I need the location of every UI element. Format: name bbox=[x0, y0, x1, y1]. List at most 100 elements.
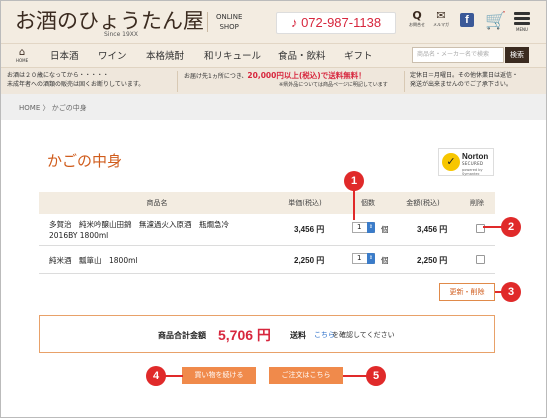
chevron-updown-icon: ⇕ bbox=[367, 222, 375, 233]
online-label: ONLINE bbox=[216, 13, 243, 21]
amount: 2,250 円 bbox=[417, 256, 448, 265]
breadcrumb: HOME 〉 かごの中身 bbox=[19, 103, 87, 113]
site-header: お酒のひょうたん屋 Since 19XX ONLINE SHOP ♪ 072-9… bbox=[1, 1, 546, 43]
total-box: 商品合計金額 5,706 円 送料 こちら を確認してください bbox=[39, 315, 495, 353]
checkout-button[interactable]: ご注文はこちら bbox=[269, 367, 343, 384]
home-label: HOME bbox=[16, 58, 29, 63]
age-notice-line1: お酒は２０歳になってから・・・・・ bbox=[7, 72, 109, 79]
callout-2: 2 bbox=[501, 217, 521, 237]
norton-name: Norton bbox=[462, 152, 489, 161]
col-unit-price: 単価(税込) bbox=[288, 199, 322, 207]
nav-item-shochu[interactable]: 本格焼酎 bbox=[146, 48, 184, 62]
mail-icon: ✉ bbox=[436, 9, 446, 22]
col-delete: 削除 bbox=[470, 199, 484, 207]
col-qty: 個数 bbox=[361, 199, 375, 207]
phone-icon: ♪ bbox=[290, 15, 298, 30]
search-button[interactable]: 検索 bbox=[505, 47, 529, 63]
product-name-line1: 純米酒 瓢箪山 1800ml bbox=[49, 256, 138, 265]
norton-secured: SECURED bbox=[462, 161, 484, 166]
total-label: 商品合計金額 bbox=[158, 331, 206, 340]
breadcrumb-home[interactable]: HOME bbox=[19, 104, 40, 112]
breadcrumb-bar: HOME 〉 かごの中身 bbox=[1, 94, 546, 120]
contact-link[interactable]: Q お問合せ bbox=[409, 10, 425, 28]
callout-line bbox=[343, 375, 367, 377]
delete-checkbox[interactable] bbox=[476, 255, 485, 264]
amount: 3,456 円 bbox=[417, 225, 448, 234]
contact-label: お問合せ bbox=[409, 22, 425, 27]
callout-5: 5 bbox=[366, 366, 386, 386]
total-amount: 5,706 円 bbox=[218, 327, 271, 343]
cart-icon[interactable]: 🛒 bbox=[485, 11, 506, 31]
product-name[interactable]: 多賀治 純米吟醸山田錦 無濾過火入原酒 瓶燗急冷 2016BY 1800ml bbox=[49, 219, 229, 241]
shipping-note: ※県外品については商品ページに明記しています bbox=[279, 82, 388, 88]
facebook-icon[interactable]: f bbox=[460, 13, 474, 27]
callout-line bbox=[165, 375, 183, 377]
callout-4: 4 bbox=[146, 366, 166, 386]
age-notice: お酒は２０歳になってから・・・・・ 未成年者への酒類の販売は固くお断りしています… bbox=[7, 71, 144, 89]
callout-3: 3 bbox=[501, 282, 521, 302]
menu-label: MENU bbox=[516, 27, 528, 32]
newsletter-label: メルマガ bbox=[433, 22, 449, 27]
callout-line bbox=[495, 291, 502, 293]
nav-item-food[interactable]: 食品・飲料 bbox=[278, 48, 326, 62]
shipping-notice-text: お届け先1ヵ所につき、 bbox=[184, 73, 248, 80]
product-name-line1: 多賀治 純米吟醸山田錦 無濾過火入原酒 瓶燗急冷 bbox=[49, 220, 229, 229]
nav-item-liqueur[interactable]: 和リキュール bbox=[204, 48, 261, 62]
table-row: 純米酒 瓢箪山 1800ml 2,250 円 1 ⇕ 個 2,250 円 bbox=[39, 246, 495, 274]
shop-label: SHOP bbox=[219, 23, 239, 31]
product-name[interactable]: 純米酒 瓢箪山 1800ml bbox=[49, 255, 137, 266]
quantity-value: 1 bbox=[357, 223, 362, 231]
product-name-line2: 2016BY 1800ml bbox=[49, 231, 109, 240]
phone-text: 072-987-1138 bbox=[301, 15, 382, 30]
callout-line bbox=[483, 226, 502, 228]
qty-unit: 個 bbox=[381, 256, 389, 265]
callout-line bbox=[353, 190, 355, 220]
menu-icon-bar bbox=[514, 22, 530, 25]
col-amount: 金額(税込) bbox=[406, 199, 440, 207]
norton-powered: powered by Symantec bbox=[462, 168, 483, 176]
callout-1: 1 bbox=[344, 171, 364, 191]
nav-item-sake[interactable]: 日本酒 bbox=[50, 48, 79, 62]
free-shipping-text: 20,000円以上(税込)で送料無料！ bbox=[247, 71, 366, 80]
nav-item-gift[interactable]: ギフト bbox=[344, 48, 373, 62]
shipping-label: 送料 bbox=[290, 331, 306, 340]
search-input[interactable]: 商品名・メーカー名で検索 bbox=[412, 47, 504, 63]
chevron-right-icon: 〉 bbox=[42, 104, 50, 112]
continue-shopping-button[interactable]: 買い物を続ける bbox=[182, 367, 256, 384]
search-icon: Q bbox=[412, 9, 422, 22]
update-delete-button[interactable]: 更新・削除 bbox=[439, 283, 495, 301]
menu-icon-bar bbox=[514, 17, 530, 20]
divider bbox=[177, 71, 178, 92]
quantity-select[interactable]: 1 ⇕ bbox=[352, 253, 375, 264]
phone-number[interactable]: ♪ 072-987-1138 bbox=[276, 12, 396, 34]
menu-button[interactable]: MENU bbox=[514, 12, 530, 32]
unit-price: 2,250 円 bbox=[294, 256, 325, 265]
nav-home[interactable]: ⌂ HOME bbox=[16, 47, 28, 63]
qty-unit: 個 bbox=[381, 225, 389, 234]
home-icon: ⌂ bbox=[18, 47, 26, 58]
holiday-notice-line1: 定休日＝月曜日。その他休業日は返信・ bbox=[410, 72, 519, 79]
page-title: かごの中身 bbox=[47, 152, 123, 170]
newsletter-link[interactable]: ✉ メルマガ bbox=[433, 10, 449, 28]
checkmark-icon: ✓ bbox=[442, 153, 460, 171]
notice-bar: お酒は２０歳になってから・・・・・ 未成年者への酒類の販売は固くお断りしています… bbox=[1, 67, 546, 94]
main-nav: ⌂ HOME 日本酒 ワイン 本格焼酎 和リキュール 食品・飲料 ギフト 商品名… bbox=[1, 43, 546, 67]
unit-price: 3,456 円 bbox=[294, 225, 325, 234]
table-row: 多賀治 純米吟醸山田錦 無濾過火入原酒 瓶燗急冷 2016BY 1800ml 3… bbox=[39, 214, 495, 246]
norton-badge[interactable]: ✓ Norton SECURED powered by Symantec bbox=[438, 148, 494, 176]
shipping-notice: お届け先1ヵ所につき、20,000円以上(税込)で送料無料！ ※県外品については… bbox=[184, 71, 388, 90]
shipping-text: を確認してください bbox=[332, 331, 395, 339]
quantity-select[interactable]: 1 ⇕ bbox=[352, 222, 375, 233]
divider bbox=[404, 71, 405, 92]
age-notice-line2: 未成年者への酒類の販売は固くお断りしています。 bbox=[7, 81, 145, 88]
online-shop-label: ONLINE SHOP bbox=[207, 12, 242, 32]
quantity-value: 1 bbox=[357, 254, 362, 262]
breadcrumb-current: かごの中身 bbox=[51, 104, 87, 112]
holiday-notice: 定休日＝月曜日。その他休業日は返信・ 発送が出来ませんのでご了承下さい。 bbox=[410, 71, 518, 89]
holiday-notice-line2: 発送が出来ませんのでご了承下さい。 bbox=[410, 81, 512, 88]
col-name: 商品名 bbox=[146, 199, 168, 207]
nav-item-wine[interactable]: ワイン bbox=[98, 48, 127, 62]
since-label: Since 19XX bbox=[104, 31, 139, 38]
menu-icon bbox=[514, 12, 530, 15]
cart-table-header: 商品名 単価(税込) 個数 金額(税込) 削除 bbox=[39, 192, 495, 214]
